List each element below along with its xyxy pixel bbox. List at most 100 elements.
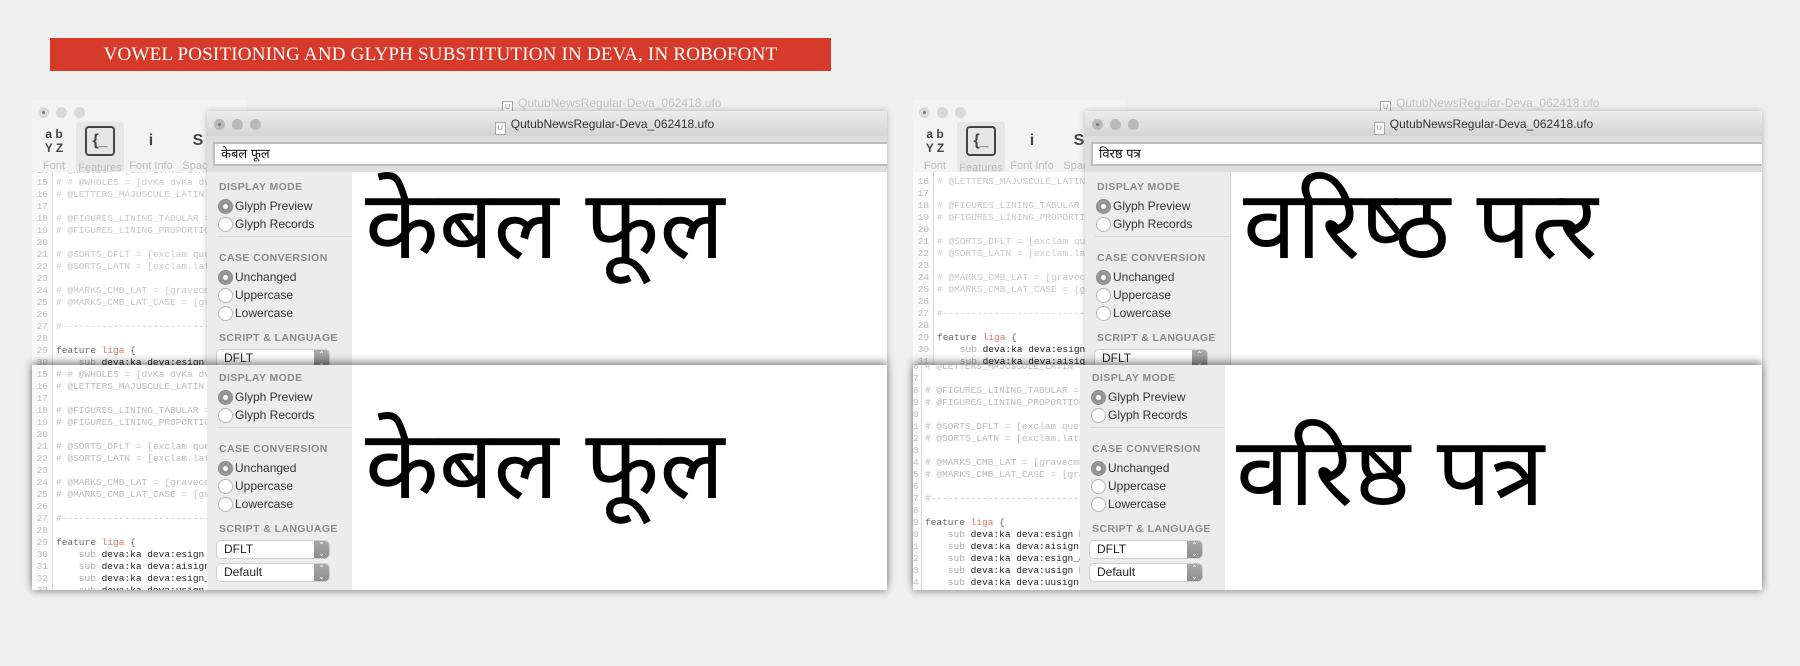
radio-glyph-records[interactable] xyxy=(1091,408,1106,423)
radio-glyph-preview[interactable] xyxy=(218,199,233,214)
radio-label[interactable]: Uppercase xyxy=(235,288,293,302)
radio-unchanged[interactable] xyxy=(1096,270,1111,285)
script-select[interactable]: DFLT ⌃ ⌄ xyxy=(1090,541,1202,558)
code-line[interactable]: 32 sub deva:ka deva:esign_a xyxy=(32,573,207,585)
radio-label[interactable]: Glyph Records xyxy=(1113,217,1192,231)
close-button[interactable] xyxy=(214,119,225,130)
code-line[interactable]: 21 # @SORTS_DFLT = [exclam ques xyxy=(32,441,207,453)
code-line[interactable]: 29 feature liga { xyxy=(913,332,1017,344)
up-down-chevron-icon[interactable]: ⌃ ⌄ xyxy=(314,564,329,581)
radio-glyph-records[interactable] xyxy=(1096,217,1111,232)
zoom-button[interactable] xyxy=(250,119,261,130)
code-line[interactable]: 0 xyxy=(913,409,925,421)
radio-label[interactable]: Glyph Preview xyxy=(1113,199,1190,213)
glyph-preview-area[interactable]: वरिष्‍ठ पत्‍र xyxy=(1231,172,1762,365)
code-line[interactable]: 15 # # @WHOLES = [dvKa dvKa dvK xyxy=(32,177,216,189)
glyph-text-input[interactable]: केबल फूल xyxy=(213,142,887,166)
code-line[interactable]: 2 # @SORTS_LATN = [exclam.latn xyxy=(913,433,1080,445)
code-line[interactable]: 25 # @MARKS_CMB_LAT_CASE = [gra xyxy=(913,284,1097,296)
code-line[interactable]: 15 # # @WHOLES = [dvKa dvKa dvK xyxy=(32,369,207,381)
close-button[interactable] xyxy=(919,107,930,118)
zoom-button[interactable] xyxy=(1128,119,1139,130)
code-line[interactable]: 27 #--------------------------- xyxy=(32,321,216,333)
close-button[interactable] xyxy=(1092,119,1103,130)
minimize-button[interactable] xyxy=(1110,119,1121,130)
radio-label[interactable]: Glyph Preview xyxy=(235,199,312,213)
code-line[interactable]: 3 xyxy=(913,445,925,457)
code-line[interactable]: 28 xyxy=(913,320,937,332)
code-line[interactable]: 22 # @SORTS_LATN = [exclam.latn xyxy=(913,248,1097,260)
code-line[interactable]: 9 feature liga { xyxy=(913,517,1005,529)
radio-label[interactable]: Unchanged xyxy=(1113,270,1174,284)
radio-uppercase[interactable] xyxy=(218,479,233,494)
code-line[interactable]: 30 sub deva:ka deva:esign b xyxy=(32,357,216,365)
code-line[interactable]: 24 # @MARKS_CMB_LAT = [gravecmb xyxy=(32,285,216,297)
code-line[interactable]: 8 xyxy=(913,505,925,517)
code-line[interactable]: 2 sub deva:ka deva:esign_a xyxy=(913,553,1080,565)
radio-label[interactable]: Unchanged xyxy=(235,461,296,475)
code-line[interactable]: 17 xyxy=(913,188,937,200)
minimize-button[interactable] xyxy=(56,107,67,118)
code-line[interactable]: 24 # @MARKS_CMB_LAT = [gravecmb xyxy=(32,477,207,489)
zoom-button[interactable] xyxy=(74,107,85,118)
code-line[interactable]: 7 #--------------------------- xyxy=(913,493,1080,505)
toolbar-font-info[interactable]: i Font Info xyxy=(1007,122,1057,172)
code-line[interactable]: 16 # @LETTERS_MAJUSCULE_LATIN = xyxy=(32,381,207,393)
radio-unchanged[interactable] xyxy=(1091,461,1106,476)
code-line[interactable]: 17 xyxy=(32,393,56,405)
minimize-button[interactable] xyxy=(232,119,243,130)
radio-uppercase[interactable] xyxy=(1096,288,1111,303)
code-line[interactable]: 20 xyxy=(913,224,937,236)
radio-uppercase[interactable] xyxy=(1091,479,1106,494)
code-line[interactable]: 25 # @MARKS_CMB_LAT_CASE = [gra xyxy=(32,297,216,309)
script-select[interactable]: DFLT ⌃ ⌄ xyxy=(1095,350,1207,365)
radio-glyph-records[interactable] xyxy=(218,217,233,232)
code-line[interactable]: 19 # @FIGURES_LINING_PROPORTION xyxy=(913,212,1097,224)
script-select[interactable]: DFLT ⌃ ⌄ xyxy=(217,541,329,558)
radio-label[interactable]: Uppercase xyxy=(235,479,293,493)
radio-lowercase[interactable] xyxy=(218,497,233,512)
features-code-editor[interactable]: 6 # @LETTERS_MAJUSCULE_LATIN = 7 8 # @FIGURE… xyxy=(913,365,1080,590)
radio-glyph-preview[interactable] xyxy=(218,390,233,405)
radio-label[interactable]: Lowercase xyxy=(1113,306,1171,320)
up-down-chevron-icon[interactable]: ⌃ ⌄ xyxy=(1187,564,1202,581)
code-line[interactable]: 31 sub deva:ka deva:aisign xyxy=(913,356,1091,365)
radio-label[interactable]: Unchanged xyxy=(1108,461,1169,475)
code-line[interactable]: 33 sub deva:ka deva:usign xyxy=(32,585,205,590)
up-down-chevron-icon[interactable]: ⌃ ⌄ xyxy=(314,350,329,365)
code-line[interactable]: 30 sub deva:ka deva:esign b xyxy=(32,549,207,561)
code-line[interactable]: 8 # @FIGURES_LINING_TABULAR = xyxy=(913,385,1079,397)
code-line[interactable]: 27 #--------------------------- xyxy=(913,308,1097,320)
close-button[interactable] xyxy=(38,107,49,118)
radio-label[interactable]: Glyph Preview xyxy=(1108,390,1185,404)
code-line[interactable]: 30 sub deva:ka deva:esign b xyxy=(913,344,1097,356)
features-code-editor[interactable]: 15 # # @WHOLES = [dvKa dvKa dvK 16 # @LETTE… xyxy=(32,365,207,590)
up-down-chevron-icon[interactable]: ⌃ ⌄ xyxy=(1187,541,1202,558)
radio-label[interactable]: Glyph Preview xyxy=(235,390,312,404)
up-down-chevron-icon[interactable]: ⌃ ⌄ xyxy=(1192,350,1207,365)
code-line[interactable]: 16 # @LETTERS_MAJUSCULE_LATIN = xyxy=(913,176,1097,188)
code-line[interactable]: 26 xyxy=(913,296,937,308)
code-line[interactable]: 23 xyxy=(913,260,937,272)
toolbar-features[interactable]: {_ Features xyxy=(76,122,124,174)
code-line[interactable]: 21 # @SORTS_DFLT = [exclam ques xyxy=(32,249,216,261)
code-line[interactable]: 29 feature liga { xyxy=(32,345,136,357)
code-line[interactable]: 22 # @SORTS_LATN = [exclam.latn xyxy=(32,453,207,465)
code-line[interactable]: 25 # @MARKS_CMB_LAT_CASE = [gra xyxy=(32,489,207,501)
radio-label[interactable]: Lowercase xyxy=(235,306,293,320)
code-line[interactable]: 21 # @SORTS_DFLT = [exclam ques xyxy=(913,236,1097,248)
zoom-button[interactable] xyxy=(955,107,966,118)
radio-glyph-preview[interactable] xyxy=(1096,199,1111,214)
code-line[interactable]: 18 # @FIGURES_LINING_TABULAR = xyxy=(913,200,1091,212)
radio-label[interactable]: Lowercase xyxy=(1108,497,1166,511)
code-line[interactable]: 26 xyxy=(32,309,56,321)
script-select[interactable]: DFLT ⌃ ⌄ xyxy=(217,350,329,365)
code-line[interactable]: 23 xyxy=(32,465,56,477)
code-line[interactable]: 0 sub deva:ka deva:esign b xyxy=(913,529,1080,541)
language-select[interactable]: Default ⌃ ⌄ xyxy=(1090,564,1202,581)
radio-label[interactable]: Glyph Records xyxy=(235,408,314,422)
code-line[interactable]: 19 # @FIGURES_LINING_PROPORTION xyxy=(32,417,207,429)
radio-lowercase[interactable] xyxy=(1091,497,1106,512)
code-line[interactable]: 9 # @FIGURES_LINING_PROPORTION xyxy=(913,397,1080,409)
code-line[interactable]: 5 # @MARKS_CMB_LAT_CASE = [gra xyxy=(913,469,1080,481)
